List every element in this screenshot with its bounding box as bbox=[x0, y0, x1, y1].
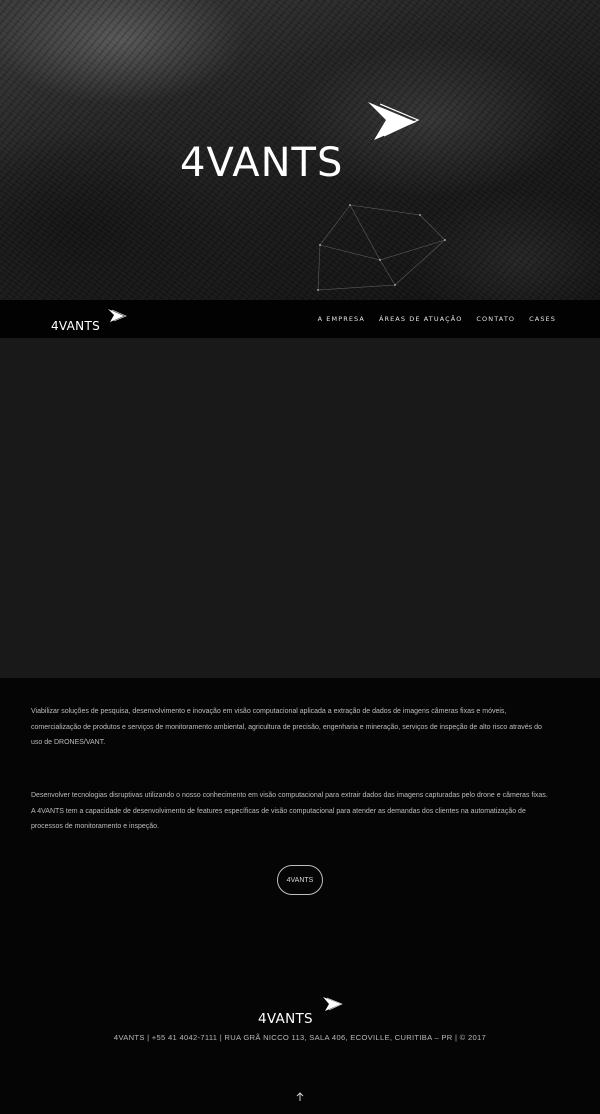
media-band bbox=[0, 338, 600, 678]
navbar-logo[interactable]: 4VANTS bbox=[50, 308, 128, 332]
vision-paragraph: Desenvolver tecnologias disruptivas util… bbox=[31, 792, 548, 830]
about-section: Viabilizar soluções de pesquisa, desenvo… bbox=[0, 678, 600, 1114]
nav-item-contato[interactable]: CONTATO bbox=[476, 315, 515, 323]
nav-item-cases[interactable]: CASES bbox=[529, 315, 556, 323]
4vants-button[interactable]: 4VANTS bbox=[277, 865, 323, 895]
mission-paragraph: Viabilizar soluções de pesquisa, desenvo… bbox=[31, 708, 542, 746]
nav-item-a-empresa[interactable]: A EMPRESA bbox=[318, 315, 365, 323]
main-menu: A EMPRESA ÁREAS DE ATUAÇÃO CONTATO CASES bbox=[318, 300, 556, 338]
hero-logo: 4VANTS bbox=[180, 102, 420, 185]
hero-logo-text: 4VANTS bbox=[180, 140, 343, 185]
arrow-up-icon[interactable] bbox=[294, 1091, 306, 1103]
arrow-logo-icon bbox=[323, 997, 343, 1011]
arrow-logo-icon bbox=[368, 102, 420, 140]
hero-banner: 4VANTS bbox=[0, 0, 600, 300]
nav-item-areas-de-atuacao[interactable]: ÁREAS DE ATUAÇÃO bbox=[379, 315, 462, 323]
footer-logo: 4VANTS bbox=[258, 997, 343, 1026]
arrow-logo-icon bbox=[108, 309, 127, 322]
footer-contact-info: 4VANTS | +55 41 4042-7111 | RUA GRÃ NICC… bbox=[113, 1033, 487, 1042]
top-navbar: 4VANTS A EMPRESA ÁREAS DE ATUAÇÃO CONTAT… bbox=[0, 300, 600, 338]
navbar-logo-text: 4VANTS bbox=[51, 319, 100, 332]
footer-logo-text: 4VANTS bbox=[258, 1011, 313, 1026]
